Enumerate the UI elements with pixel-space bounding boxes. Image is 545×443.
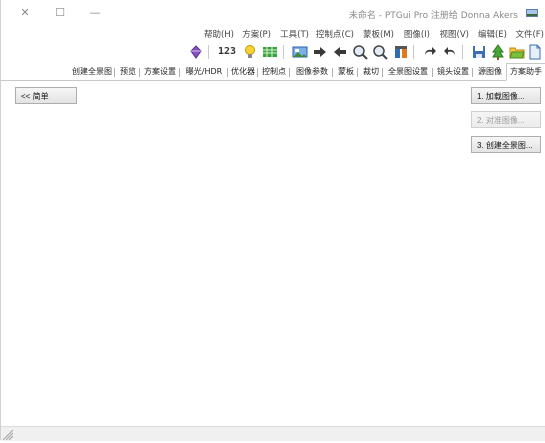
undo-icon[interactable] bbox=[442, 44, 458, 60]
menu-view[interactable]: 视图(V) bbox=[440, 28, 469, 40]
menu-file[interactable]: 文件(F) bbox=[515, 28, 544, 40]
tab-separator bbox=[139, 68, 140, 77]
tab-source-images[interactable]: 源图像 bbox=[474, 65, 506, 79]
tab-create-panorama[interactable]: 创建全景图 bbox=[70, 65, 114, 79]
arrow-left-icon[interactable] bbox=[332, 44, 348, 60]
menu-project[interactable]: 方案(P) bbox=[242, 28, 271, 40]
project-assistant-panel: << 简单 1. 加载图像... 2. 对准图像... 3. 创建全景图... bbox=[1, 81, 545, 426]
save-icon[interactable] bbox=[471, 44, 487, 60]
tab-separator bbox=[357, 68, 358, 77]
zoom-in-icon[interactable] bbox=[372, 44, 388, 60]
tab-separator bbox=[179, 68, 180, 77]
toolbar: 123 bbox=[1, 41, 545, 63]
tab-project-assistant[interactable]: 方案助手 bbox=[506, 63, 545, 81]
control-point-icon[interactable] bbox=[393, 44, 409, 60]
new-document-icon[interactable] bbox=[527, 44, 543, 60]
menu-image[interactable]: 图像(I) bbox=[404, 28, 430, 40]
tab-control-points[interactable]: 控制点 bbox=[259, 65, 289, 79]
tab-separator bbox=[382, 68, 383, 77]
tab-separator bbox=[227, 68, 228, 77]
tab-exposure-hdr[interactable]: 曝光/HDR bbox=[181, 65, 227, 79]
menu-tools[interactable]: 工具(T) bbox=[280, 28, 309, 40]
app-icon bbox=[526, 8, 538, 18]
lightbulb-icon[interactable] bbox=[242, 44, 258, 60]
menu-bar: 文件(F) 编辑(E) 视图(V) 图像(I) 蒙板(M) 控制点(C) 工具(… bbox=[1, 26, 545, 41]
tab-lens-settings[interactable]: 镜头设置 bbox=[434, 65, 472, 79]
toolbar-separator bbox=[462, 45, 463, 59]
tab-mask[interactable]: 蒙板 bbox=[335, 65, 357, 79]
menu-edit[interactable]: 编辑(E) bbox=[478, 28, 507, 40]
tab-crop[interactable]: 裁切 bbox=[360, 65, 382, 79]
menu-mask[interactable]: 蒙板(M) bbox=[363, 28, 394, 40]
window-title: 未命名 - PTGui Pro 注册给 Donna Akers bbox=[348, 11, 518, 21]
simple-mode-button[interactable]: << 简单 bbox=[15, 87, 77, 104]
gem-icon[interactable] bbox=[188, 44, 204, 60]
menu-control-points[interactable]: 控制点(C) bbox=[316, 28, 354, 40]
tab-image-parameters[interactable]: 图像参数 bbox=[292, 65, 332, 79]
tab-optimizer[interactable]: 优化器 bbox=[229, 65, 257, 79]
tab-bar: 方案助手 源图像 镜头设置 全景图设置 裁切 蒙板 图像参数 控制点 优化器 曝… bbox=[1, 63, 545, 81]
tab-separator bbox=[332, 68, 333, 77]
resize-grip-icon[interactable] bbox=[2, 429, 14, 441]
title-bar: ✕ ☐ — 未命名 - PTGui Pro 注册给 Donna Akers bbox=[1, 0, 545, 26]
close-button[interactable]: ✕ bbox=[15, 5, 35, 21]
align-images-button[interactable]: 2. 对准图像... bbox=[471, 111, 541, 128]
tab-panorama-settings[interactable]: 全景图设置 bbox=[384, 65, 432, 79]
tree-icon[interactable] bbox=[490, 44, 506, 60]
tab-separator bbox=[289, 68, 290, 77]
tab-separator bbox=[114, 68, 115, 77]
zoom-label[interactable]: 123 bbox=[218, 46, 236, 57]
table-icon[interactable] bbox=[262, 44, 278, 60]
app-window: ✕ ☐ — 未命名 - PTGui Pro 注册给 Donna Akers 文件… bbox=[0, 0, 545, 441]
redo-icon[interactable] bbox=[422, 44, 438, 60]
maximize-button[interactable]: ☐ bbox=[50, 5, 70, 21]
toolbar-separator bbox=[413, 45, 414, 59]
load-images-button[interactable]: 1. 加载图像... bbox=[471, 87, 541, 104]
status-bar bbox=[1, 426, 545, 441]
minimize-button[interactable]: — bbox=[85, 5, 105, 21]
toolbar-separator bbox=[208, 45, 209, 59]
arrow-right-icon[interactable] bbox=[312, 44, 328, 60]
tab-preview[interactable]: 预览 bbox=[117, 65, 139, 79]
image-icon[interactable] bbox=[292, 44, 308, 60]
tab-separator bbox=[257, 68, 258, 77]
tab-project-settings[interactable]: 方案设置 bbox=[141, 65, 179, 79]
zoom-out-icon[interactable] bbox=[352, 44, 368, 60]
tab-separator bbox=[472, 68, 473, 77]
toolbar-separator bbox=[283, 45, 284, 59]
tab-separator bbox=[432, 68, 433, 77]
open-folder-icon[interactable] bbox=[509, 44, 525, 60]
create-panorama-button[interactable]: 3. 创建全景图... bbox=[471, 136, 541, 153]
menu-help[interactable]: 帮助(H) bbox=[204, 28, 234, 40]
